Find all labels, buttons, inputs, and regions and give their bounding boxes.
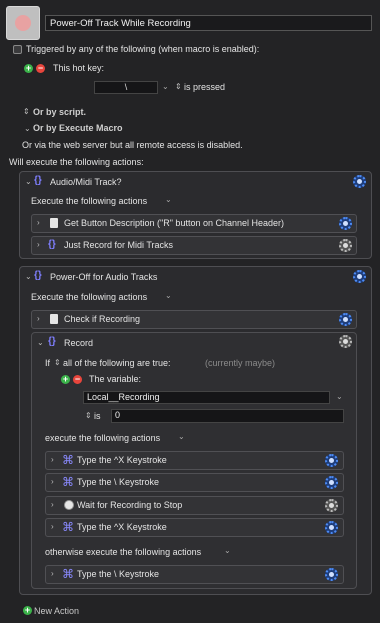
disclosure-down-icon[interactable]: ⌄ xyxy=(25,272,32,281)
action-label: Get Button Description ("R" button on Ch… xyxy=(64,218,285,228)
gear-icon[interactable] xyxy=(339,217,352,230)
group1-title: Audio/Midi Track? xyxy=(50,177,122,187)
gear-icon[interactable] xyxy=(339,313,352,326)
disclosure-right-icon[interactable]: › xyxy=(51,569,54,578)
chevron-down-icon[interactable]: ⌄ xyxy=(165,195,172,204)
disclosure-right-icon[interactable]: › xyxy=(51,477,54,486)
new-action-button[interactable]: New Action xyxy=(34,606,79,617)
brace-icon: {} xyxy=(34,270,42,281)
check-recording-label: Check if Recording xyxy=(64,314,141,324)
gear-icon[interactable] xyxy=(339,239,352,252)
hotkey-condition[interactable]: is pressed xyxy=(184,82,225,93)
cmd-icon: ⌘ xyxy=(62,475,74,489)
variable-dropdown-chevron-icon[interactable]: ⌄ xyxy=(336,392,343,401)
cmd-icon: ⌘ xyxy=(62,567,74,581)
group2-execute-label: Execute the following actions xyxy=(31,292,148,302)
group1-execute-label: Execute the following actions xyxy=(31,196,148,206)
action-label: Just Record for Midi Tracks xyxy=(64,240,174,250)
disclosure-right-icon[interactable]: › xyxy=(51,522,54,531)
hotkey-dropdown-chevron-icon[interactable]: ⌄ xyxy=(162,82,169,91)
or-by-script-link[interactable]: Or by script. xyxy=(33,107,86,118)
brace-icon: {} xyxy=(48,336,56,347)
disclosure-right-icon[interactable]: › xyxy=(51,500,54,509)
condition-status: (currently maybe) xyxy=(205,358,276,368)
action-label: Wait for Recording to Stop xyxy=(77,500,183,510)
updown-arrows-icon[interactable]: ⇕ xyxy=(54,358,61,367)
doc-icon xyxy=(50,218,58,228)
add-trigger-button[interactable]: + xyxy=(24,64,33,73)
variable-name-field[interactable]: Local__Recording xyxy=(83,391,330,404)
gear-icon[interactable] xyxy=(325,476,338,489)
value-field[interactable]: 0 xyxy=(111,409,344,423)
brace-icon: {} xyxy=(34,175,42,186)
actions-header: Will execute the following actions: xyxy=(9,157,144,167)
brace-icon: {} xyxy=(48,239,56,250)
gear-icon[interactable] xyxy=(339,335,352,348)
remove-trigger-button[interactable]: − xyxy=(36,64,45,73)
add-condition-button[interactable]: + xyxy=(61,375,70,384)
record-title: Record xyxy=(64,338,94,348)
gear-icon[interactable] xyxy=(325,521,338,534)
disclosure-right-icon[interactable]: › xyxy=(37,218,40,227)
or-by-execute-macro-link[interactable]: Or by Execute Macro xyxy=(33,123,123,134)
action-label: Type the \ Keystroke xyxy=(77,569,160,579)
hotkey-label: This hot key: xyxy=(53,63,105,73)
disclosure-right-icon[interactable]: › xyxy=(37,240,40,249)
web-server-note: Or via the web server but all remote acc… xyxy=(22,140,243,150)
macro-icon[interactable] xyxy=(6,6,40,40)
updown-arrows-icon[interactable]: ⇕ xyxy=(85,411,92,420)
triggered-by-label: Triggered by any of the following (when … xyxy=(26,44,260,54)
chevron-down-icon[interactable]: ⌄ xyxy=(224,546,231,555)
updown-arrows-icon[interactable]: ⇕ xyxy=(23,107,30,116)
disclosure-down-icon[interactable]: ⌄ xyxy=(37,338,44,347)
action-label: Type the ^X Keystroke xyxy=(77,455,167,465)
doc-icon xyxy=(50,314,58,324)
action-label: Type the \ Keystroke xyxy=(77,477,160,487)
triggers-checkbox[interactable] xyxy=(13,45,22,54)
operator-select[interactable]: is xyxy=(94,411,101,422)
disclosure-right-icon[interactable]: › xyxy=(37,314,40,323)
gear-icon[interactable] xyxy=(325,454,338,467)
chevron-down-icon[interactable]: ⌄ xyxy=(165,291,172,300)
disclosure-down-icon[interactable]: ⌄ xyxy=(24,124,31,133)
cmd-icon: ⌘ xyxy=(62,520,74,534)
macro-name-field[interactable]: Power-Off Track While Recording xyxy=(45,15,372,31)
gear-icon[interactable] xyxy=(325,499,338,512)
then-label: execute the following actions xyxy=(45,433,161,443)
disclosure-right-icon[interactable]: › xyxy=(51,455,54,464)
gear-icon[interactable] xyxy=(353,175,366,188)
new-action-plus-icon[interactable]: + xyxy=(23,606,32,615)
record-dot-icon xyxy=(15,15,31,31)
clock-icon xyxy=(64,500,74,510)
variable-label: The variable: xyxy=(89,374,142,384)
disclosure-down-icon[interactable]: ⌄ xyxy=(25,177,32,186)
cmd-icon: ⌘ xyxy=(62,453,74,467)
chevron-down-icon[interactable]: ⌄ xyxy=(178,432,185,441)
group2-title: Power-Off for Audio Tracks xyxy=(50,272,158,282)
condition-mode[interactable]: all of the following are true: xyxy=(63,358,171,369)
action-label: Type the ^X Keystroke xyxy=(77,522,167,532)
gear-icon[interactable] xyxy=(325,568,338,581)
remove-condition-button[interactable]: − xyxy=(73,375,82,384)
else-label: otherwise execute the following actions xyxy=(45,547,202,557)
gear-icon[interactable] xyxy=(353,270,366,283)
hotkey-field[interactable]: \ xyxy=(94,81,158,94)
updown-arrows-icon[interactable]: ⇕ xyxy=(175,82,182,91)
if-label: If xyxy=(45,358,51,368)
